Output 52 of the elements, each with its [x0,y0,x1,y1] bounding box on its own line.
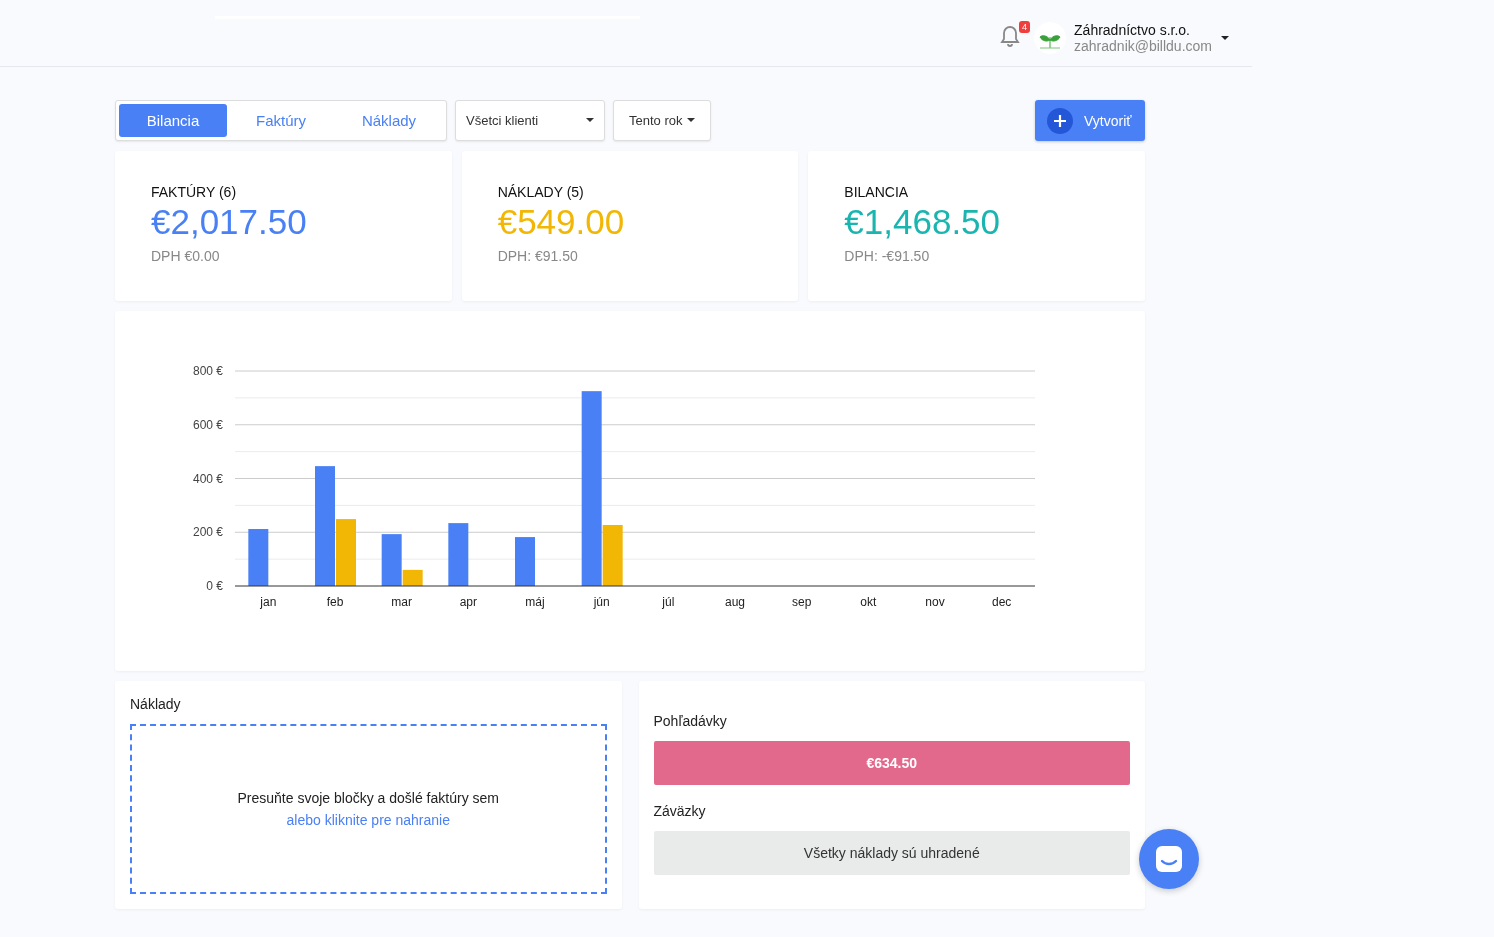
x-axis-label: feb [326,595,344,609]
x-axis-label: okt [860,595,877,609]
card-vat: DPH: €91.50 [497,248,578,264]
caret-icon [586,118,594,123]
company-name[interactable]: Záhradníctvo s.r.o. [1074,22,1212,38]
bar [448,523,469,586]
receivables-amount-bar: €634.50 [653,741,1130,785]
x-axis-label: mar [391,595,412,609]
notification-badge: 4 [1019,21,1031,33]
client-dropdown[interactable]: Všetci klienti [455,100,605,141]
card-title: FAKTÚRY (6) [151,184,237,200]
caret-icon[interactable] [1220,35,1230,41]
create-button[interactable]: Vytvoriť [1035,100,1145,141]
y-axis-label: 0 € [206,579,223,593]
card-amount: €2,017.50 [151,202,307,242]
card-amount: €549.00 [497,202,625,242]
x-axis-label: aug [725,595,745,609]
card-title: NÁKLADY (5) [497,184,584,200]
y-axis-label: 400 € [192,471,223,486]
x-axis-label: júl [662,595,675,609]
section-title: Pohľadávky [653,713,727,729]
section-title: Náklady [130,696,181,712]
liabilities-status-bar: Všetky náklady sú uhradené [653,831,1130,875]
x-axis-label: jún [593,595,610,609]
card-vat: DPH: -€91.50 [844,248,930,264]
upload-drop-zone[interactable]: Presuňte svoje bločky a došlé faktúry sem alebo kliknite pre nahranie [130,724,607,894]
y-axis-label: 200 € [192,525,223,540]
plus-icon [1047,107,1073,134]
x-axis-label: nov [925,595,945,609]
period-dropdown[interactable]: Tento rok [613,100,712,141]
y-axis-label: 600 € [192,417,223,432]
upload-link[interactable]: alebo kliknite pre nahranie [286,812,450,828]
x-axis-label: máj [525,595,545,609]
bar [515,537,535,586]
x-axis-label: sep [792,595,812,609]
section-title: Záväzky [653,803,706,819]
plant-logo-icon [1034,22,1067,54]
caret-icon [687,118,696,123]
tab[interactable]: Bilancia [119,104,227,137]
card-title: BILANCIA [844,184,909,200]
bar [248,529,269,586]
bell-icon[interactable] [1000,25,1021,47]
x-axis-label: apr [459,595,477,609]
user-email: zahradnik@billdu.com [1074,38,1212,54]
chat-button[interactable] [1139,829,1199,889]
x-axis-label: jan [260,595,277,609]
x-axis-label: dec [992,595,1012,609]
chat-icon [1154,844,1184,874]
y-axis-label: 800 € [192,364,223,378]
card-amount: €1,468.50 [844,202,1001,242]
card-vat: DPH €0.00 [151,248,220,264]
drop-hint: Presuňte svoje bločky a došlé faktúry sem [237,790,499,806]
